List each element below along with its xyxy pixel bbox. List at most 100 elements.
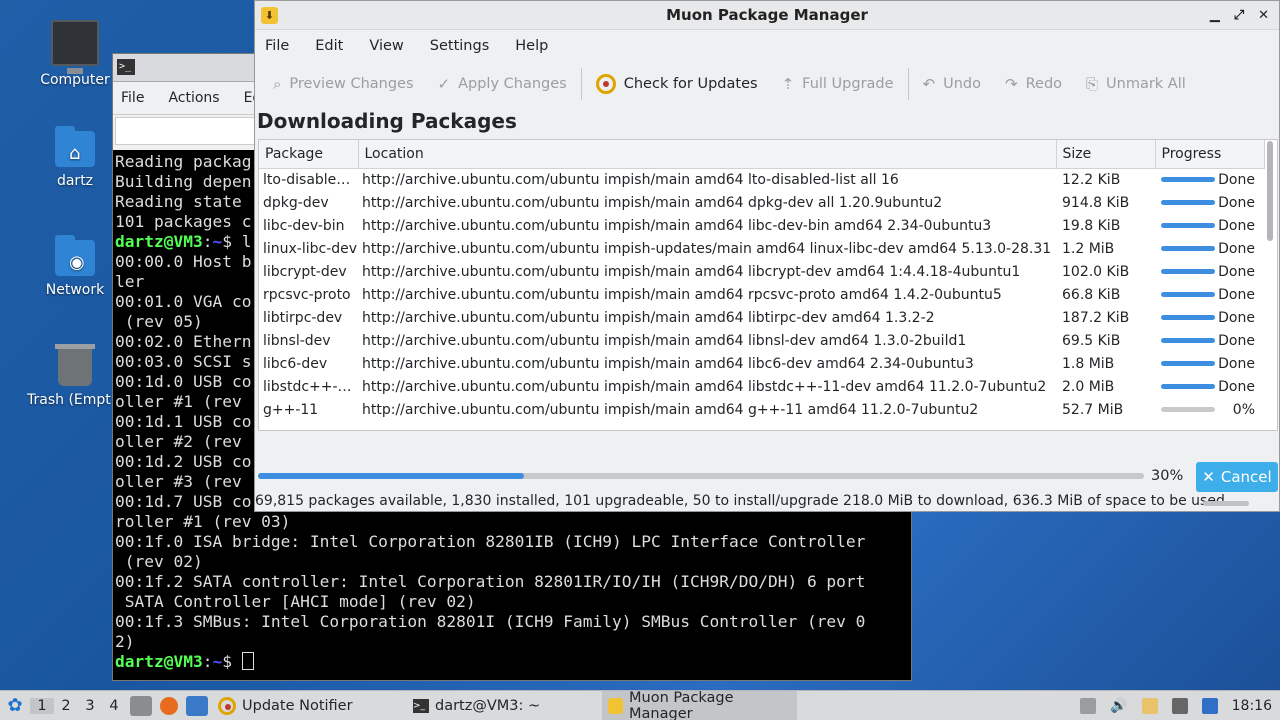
network-icon[interactable] — [1171, 697, 1188, 714]
muon-app-icon: ⬇ — [261, 7, 278, 24]
checkmark-icon: ✓ — [437, 75, 451, 93]
firefox-launcher-icon[interactable] — [160, 696, 178, 715]
status-bar: 69,815 packages available, 1,830 install… — [255, 493, 1225, 509]
file-manager-launcher-icon[interactable] — [130, 695, 152, 716]
undo-label: Undo — [943, 76, 982, 92]
cell-package: libtirpc-dev — [263, 309, 343, 326]
menu-view[interactable]: View — [369, 38, 403, 54]
redo-button[interactable]: ↷ Redo — [1005, 75, 1062, 93]
workspace-3[interactable]: 3 — [78, 698, 102, 714]
apply-changes-button[interactable]: ✓ Apply Changes — [438, 75, 567, 93]
taskbar: ✿ 1 2 3 4 Update Notifier >_ dartz@VM3: … — [0, 690, 1280, 720]
close-icon[interactable]: ✕ — [1258, 1, 1269, 30]
menu-edit[interactable]: Edit — [315, 38, 343, 54]
cell-location: http://archive.ubuntu.com/ubuntu impish/… — [362, 309, 935, 326]
terminal-icon: >_ — [117, 59, 135, 75]
row-progress-label: Done — [1218, 378, 1255, 395]
terminal-line: roller #1 (rev 03) — [115, 512, 291, 531]
maximize-icon[interactable]: ⤢ — [1234, 1, 1244, 30]
full-upgrade-label: Full Upgrade — [802, 76, 894, 92]
table-row[interactable]: libcrypt-dev http://archive.ubuntu.com/ub… — [259, 260, 1264, 283]
unmark-all-button[interactable]: ⎘ Unmark All — [1086, 75, 1186, 93]
desktop-icon-home[interactable]: ⌂ dartz — [27, 126, 123, 189]
terminal-menu-file[interactable]: File — [121, 90, 144, 106]
terminal-line: 00:1f.0 ISA bridge: Intel Corporation 82… — [115, 532, 866, 551]
cell-progress: Done — [1155, 306, 1264, 329]
network-folder-icon: ◉ — [55, 235, 95, 276]
show-desktop-icon[interactable] — [186, 695, 208, 716]
computer-icon — [51, 20, 99, 74]
column-header-progress[interactable]: Progress — [1155, 140, 1265, 169]
row-progress-bar — [1161, 315, 1215, 320]
row-progress-bar — [1161, 407, 1215, 412]
cell-progress: 0% — [1155, 398, 1264, 421]
desktop-icon-trash[interactable]: Trash (Empty) — [27, 344, 123, 408]
cell-progress: Done — [1155, 191, 1264, 214]
undo-button[interactable]: ↶ Undo — [923, 75, 981, 93]
volume-icon[interactable]: 🔊 — [1110, 698, 1127, 714]
table-row[interactable]: libc6-dev http://archive.ubuntu.com/ubunt… — [259, 352, 1264, 375]
task-muon[interactable]: Muon Package Manager — [602, 690, 797, 720]
column-header-package[interactable]: Package — [259, 140, 359, 169]
cell-size: 102.0 KiB — [1062, 263, 1130, 280]
row-progress-label: Done — [1218, 309, 1255, 326]
table-row[interactable]: libstdc++-11-devhttp://archive.ubuntu.co… — [259, 375, 1264, 398]
task-update-notifier[interactable]: Update Notifier — [212, 691, 407, 720]
table-row[interactable]: linux-libc-dev http://archive.ubuntu.com/… — [259, 237, 1264, 260]
cell-size: 19.8 KiB — [1062, 217, 1121, 234]
table-row[interactable]: dpkg-dev http://archive.ubuntu.com/ubuntu… — [259, 191, 1264, 214]
desktop-icon-computer[interactable]: Computer — [27, 20, 123, 88]
minimize-icon[interactable]: ▁ — [1210, 1, 1220, 30]
workspace-2[interactable]: 2 — [54, 698, 78, 714]
notifications-icon[interactable] — [1201, 697, 1218, 714]
check-for-updates-button[interactable]: Check for Updates — [595, 74, 758, 94]
menu-file[interactable]: File — [265, 38, 289, 54]
apply-changes-label: Apply Changes — [458, 76, 567, 92]
row-progress-label: Done — [1218, 217, 1255, 234]
eject-icon[interactable] — [1080, 697, 1097, 714]
table-row[interactable]: libtirpc-dev http://archive.ubuntu.com/ub… — [259, 306, 1264, 329]
table-row[interactable]: libnsl-dev http://archive.ubuntu.com/ubun… — [259, 329, 1264, 352]
undo-icon: ↶ — [922, 75, 936, 93]
full-upgrade-button[interactable]: ⇡ Full Upgrade — [782, 75, 894, 93]
muon-titlebar[interactable]: ⬇ Muon Package Manager ▁ ⤢ ✕ — [255, 1, 1279, 30]
table-row[interactable]: g++-11 http://archive.ubuntu.com/ubuntu i… — [259, 398, 1264, 421]
row-progress-bar — [1161, 177, 1215, 183]
cell-package: libcrypt-dev — [263, 263, 347, 280]
muon-toolbar: ⌕ Preview Changes ✓ Apply Changes Check … — [255, 62, 1279, 106]
column-header-size[interactable]: Size — [1056, 140, 1156, 169]
row-progress-label: Done — [1218, 240, 1255, 257]
cell-location: http://archive.ubuntu.com/ubuntu impish/… — [362, 401, 979, 418]
terminal-menu-actions[interactable]: Actions — [168, 90, 219, 106]
column-header-location[interactable]: Location — [358, 140, 1057, 169]
toolbar-separator — [907, 68, 909, 100]
row-progress-bar — [1161, 292, 1215, 297]
preview-changes-button[interactable]: ⌕ Preview Changes — [273, 75, 414, 93]
cell-size: 12.2 KiB — [1062, 171, 1121, 188]
table-row[interactable]: libc-dev-bin http://archive.ubuntu.com/ub… — [259, 214, 1264, 237]
workspace-4[interactable]: 4 — [102, 698, 126, 714]
cell-location: http://archive.ubuntu.com/ubuntu impish-… — [362, 240, 1052, 257]
clock[interactable]: 18:16 — [1232, 698, 1272, 714]
row-progress-bar — [1161, 200, 1215, 205]
cell-location: http://archive.ubuntu.com/ubuntu impish/… — [362, 171, 899, 188]
task-terminal[interactable]: >_ dartz@VM3: ~ — [407, 691, 602, 720]
workspace-1[interactable]: 1 — [30, 697, 54, 714]
start-menu-icon[interactable]: ✿ — [0, 691, 30, 720]
cell-location: http://archive.ubuntu.com/ubuntu impish/… — [362, 286, 1002, 303]
row-progress-bar — [1161, 338, 1215, 343]
clipboard-icon[interactable] — [1141, 697, 1158, 714]
desktop-icon-network[interactable]: ◉ Network — [27, 235, 123, 298]
cell-progress: Done — [1155, 237, 1264, 260]
row-progress-label: Done — [1218, 355, 1255, 372]
menu-help[interactable]: Help — [515, 38, 548, 54]
table-row[interactable]: lto-disabled-listhttp://archive.ubuntu.c… — [259, 168, 1264, 191]
table-row[interactable]: rpcsvc-proto http://archive.ubuntu.com/ub… — [259, 283, 1264, 306]
cell-package: g++-11 — [263, 401, 319, 418]
menu-settings[interactable]: Settings — [430, 38, 489, 54]
download-table[interactable]: Package Location Size Progress lto-disab… — [258, 139, 1278, 431]
table-scrollbar[interactable] — [1267, 141, 1273, 241]
cell-progress: Done — [1155, 329, 1264, 352]
cancel-button[interactable]: ✕ Cancel — [1196, 462, 1278, 492]
muon-window[interactable]: ⬇ Muon Package Manager ▁ ⤢ ✕ File Edit V… — [254, 0, 1280, 512]
